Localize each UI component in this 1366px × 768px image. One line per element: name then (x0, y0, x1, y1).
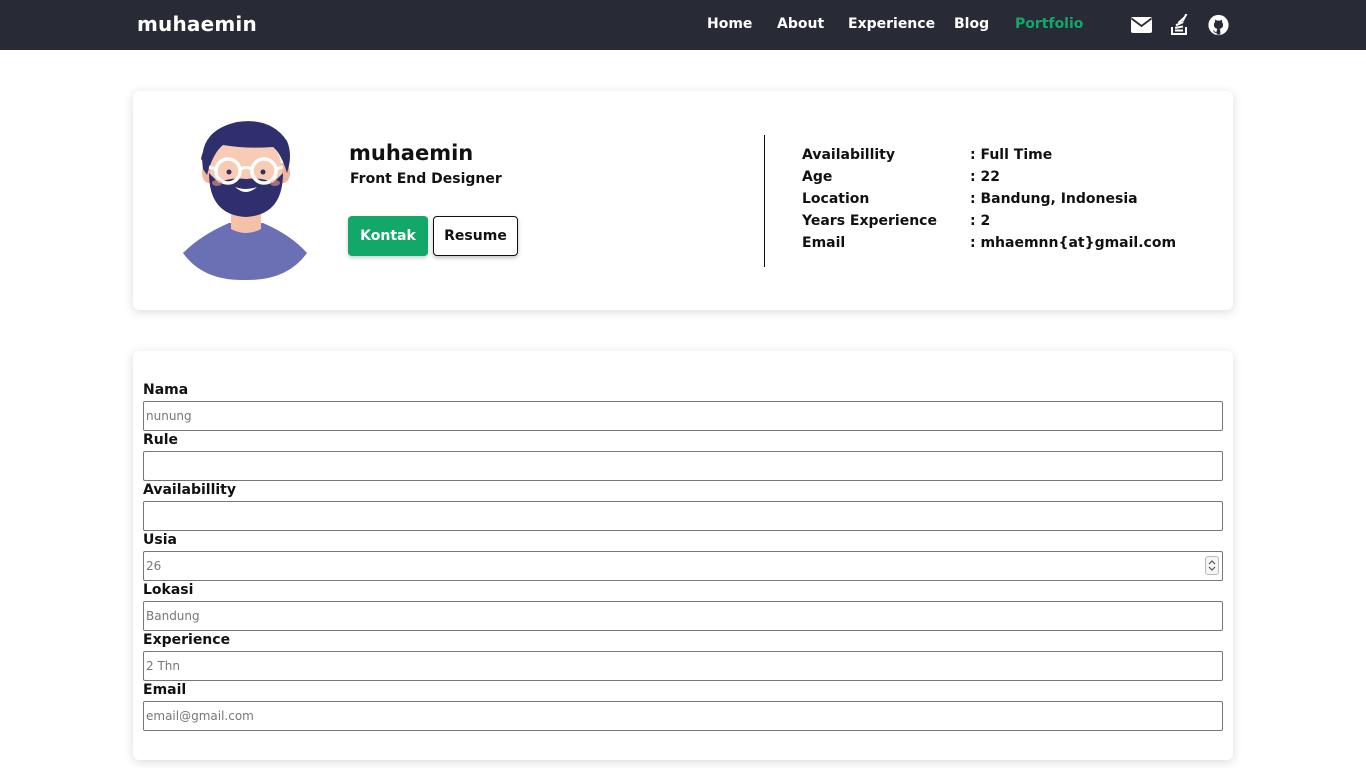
divider (764, 135, 765, 267)
navbar: muhaemin Home About Experience Blog Port… (0, 0, 1366, 50)
name-label: Nama (143, 382, 189, 398)
info-value: : mhaemnn{at}gmail.com (970, 235, 1177, 251)
age-stepper[interactable] (1205, 556, 1219, 575)
envelope-icon[interactable] (1130, 14, 1154, 36)
contact-button[interactable]: Kontak (348, 216, 428, 256)
nav-link-about[interactable]: About (777, 16, 824, 32)
info-value: : Full Time (970, 147, 1053, 163)
profile-card: muhaemin Front End Designer Kontak Resum… (133, 91, 1233, 310)
avatar (183, 121, 307, 281)
email-input[interactable] (143, 701, 1223, 731)
info-label: Email (802, 235, 846, 251)
brand-logo[interactable]: muhaemin (137, 12, 257, 36)
experience-label: Experience (143, 632, 231, 648)
stackoverflow-icon[interactable] (1170, 13, 1194, 36)
info-label: Availabillity (802, 147, 895, 163)
nav-link-portfolio[interactable]: Portfolio (1015, 16, 1083, 32)
experience-input[interactable] (143, 651, 1223, 681)
profile-role: Front End Designer (350, 171, 502, 187)
info-label: Location (802, 191, 870, 207)
rule-label: Rule (143, 432, 179, 448)
location-input[interactable] (143, 601, 1223, 631)
info-label: Age (802, 169, 833, 185)
location-label: Lokasi (143, 582, 194, 598)
info-value: : Bandung, Indonesia (970, 191, 1138, 207)
resume-button[interactable]: Resume (433, 216, 518, 256)
profile-form: Nama Rule Availabillity Usia Lokasi Expe… (133, 351, 1233, 760)
github-icon[interactable] (1207, 14, 1231, 36)
nav-link-home[interactable]: Home (707, 16, 752, 32)
nav-link-experience[interactable]: Experience (848, 16, 935, 32)
info-value: : 22 (970, 169, 1000, 185)
profile-name: muhaemin (349, 141, 474, 165)
age-input[interactable] (143, 551, 1223, 581)
availability-input[interactable] (143, 501, 1223, 531)
age-label: Usia (143, 532, 177, 548)
name-input[interactable] (143, 401, 1223, 431)
availability-label: Availabillity (143, 482, 236, 498)
info-label: Years Experience (802, 213, 937, 229)
email-label: Email (143, 682, 187, 698)
rule-input[interactable] (143, 451, 1223, 481)
info-value: : 2 (970, 213, 991, 229)
nav-link-blog[interactable]: Blog (954, 16, 989, 32)
